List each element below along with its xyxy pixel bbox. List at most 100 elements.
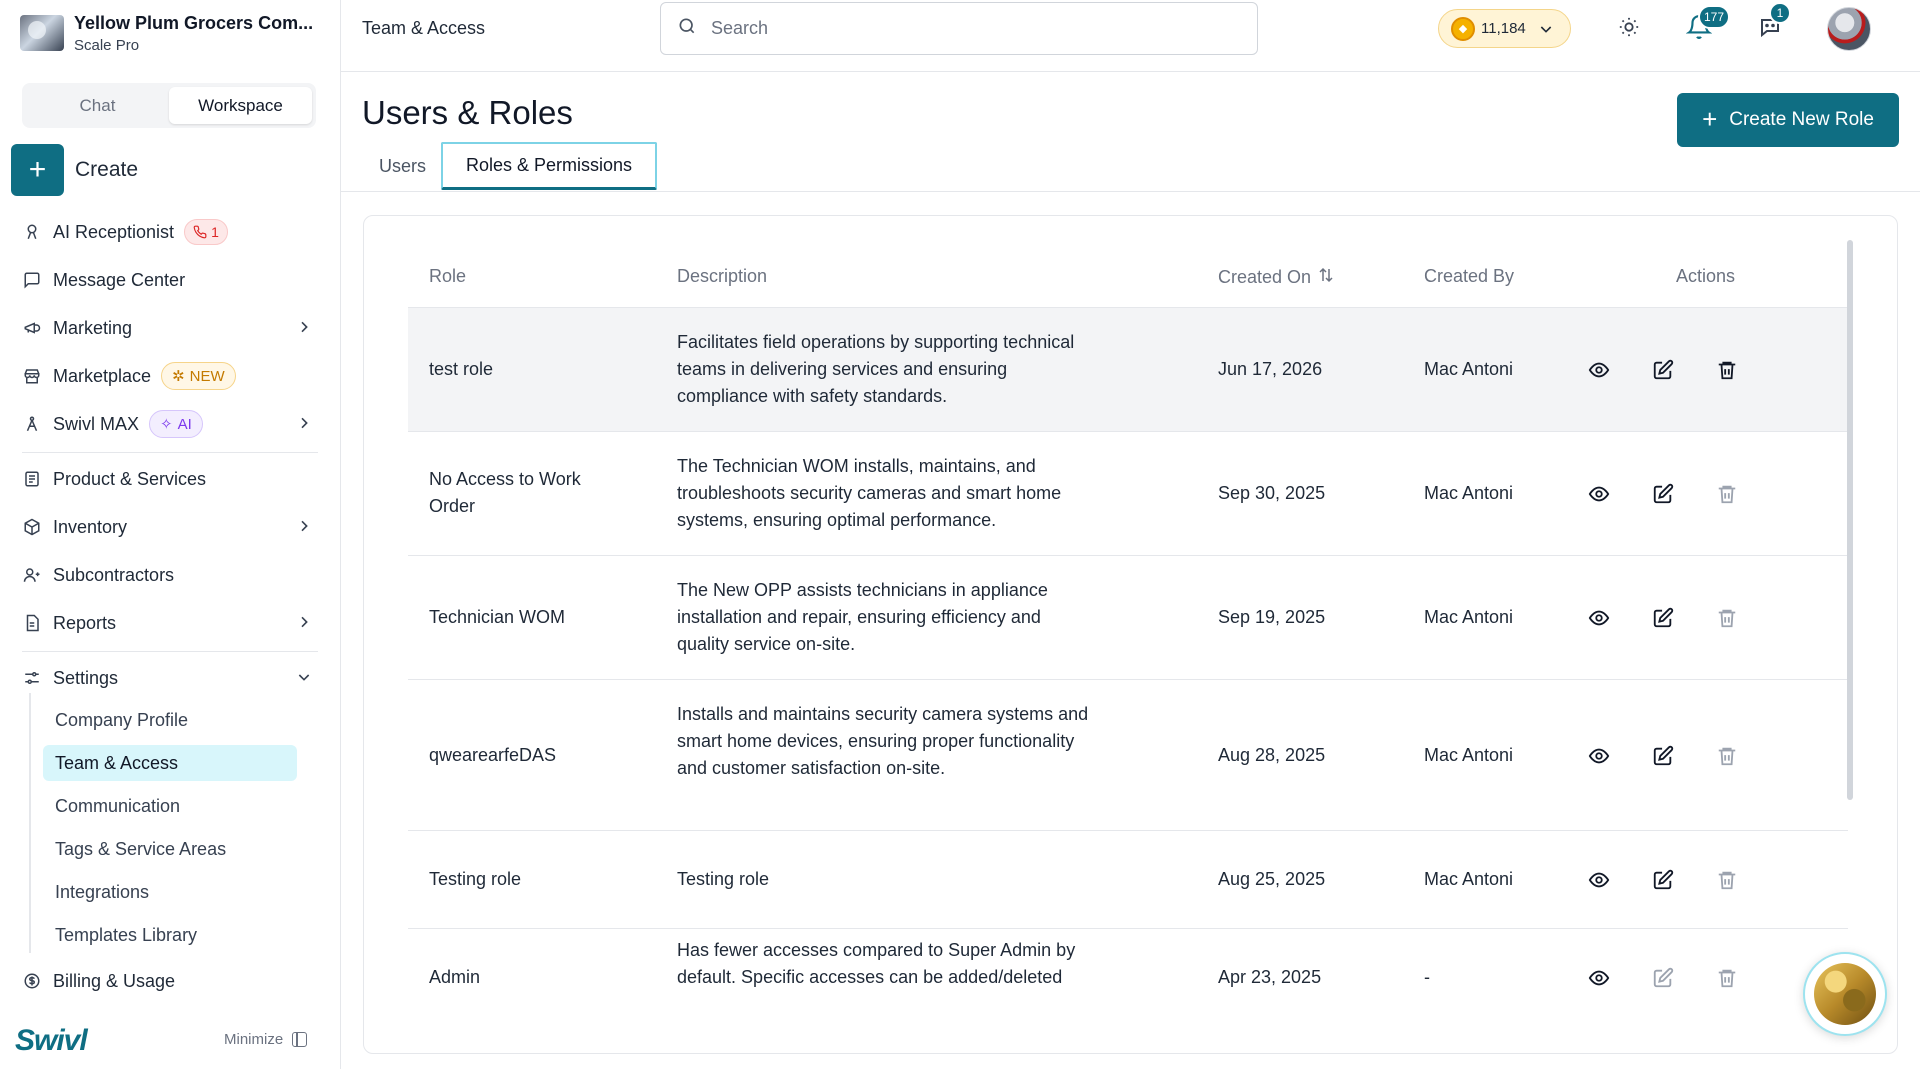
settings-item-integrations[interactable]: Integrations	[43, 874, 297, 910]
view-icon[interactable]	[1586, 357, 1612, 383]
table-row[interactable]: Technician WOM The New OPP assists techn…	[408, 556, 1848, 680]
table-row[interactable]: No Access to Work Order The Technician W…	[408, 432, 1848, 556]
box-icon	[22, 517, 42, 537]
org-switcher[interactable]: Yellow Plum Grocers Com... Scale Pro	[20, 8, 330, 58]
sidebar-item-label: Marketing	[53, 317, 133, 338]
notifications-button[interactable]: 177	[1684, 5, 1731, 44]
table-row[interactable]: test role Facilitates field operations b…	[408, 308, 1848, 432]
tab-users[interactable]: Users	[379, 142, 426, 190]
search-input[interactable]	[711, 18, 1211, 39]
created-on: Apr 23, 2025	[1218, 967, 1322, 987]
table-header: Role Description Created On Created By A…	[408, 246, 1848, 308]
page-title: Users & Roles	[362, 94, 573, 131]
workspace-tab[interactable]: Workspace	[169, 87, 312, 124]
create-label: Create	[75, 158, 139, 181]
sidebar-item-message-center[interactable]: Message Center	[22, 263, 320, 297]
sidebar-item-product-services[interactable]: Product & Services	[22, 462, 320, 496]
sidebar-item-inventory[interactable]: Inventory	[22, 510, 320, 544]
view-icon[interactable]	[1586, 965, 1612, 991]
sidebar-item-label: Product & Services	[53, 468, 207, 489]
view-icon[interactable]	[1586, 481, 1612, 507]
role-name: test role	[429, 359, 494, 379]
sidebar-item-swivl-max[interactable]: Swivl MAX ✧ AI	[22, 407, 320, 441]
table-row[interactable]: qwearearfeDAS Installs and maintains sec…	[408, 680, 1848, 831]
tabs-divider	[341, 191, 1920, 192]
chevron-down-icon	[1538, 21, 1554, 37]
sidebar-item-label: Reports	[53, 612, 117, 633]
sidebar-item-subcontractors[interactable]: Subcontractors	[22, 558, 320, 592]
new-badge: ✲ NEW	[161, 362, 236, 390]
created-by: Mac Antoni	[1424, 869, 1514, 889]
sidebar-item-marketing[interactable]: Marketing	[22, 311, 320, 345]
table-row[interactable]: Testing role Testing role Aug 25, 2025 M…	[408, 831, 1848, 929]
delete-icon[interactable]	[1714, 481, 1740, 507]
ai-badge: ✧ AI	[149, 410, 203, 438]
delete-icon[interactable]	[1714, 743, 1740, 769]
view-icon[interactable]	[1586, 605, 1612, 631]
sidebar-item-label: Message Center	[53, 269, 186, 290]
created-on: Aug 25, 2025	[1218, 869, 1326, 889]
view-icon[interactable]	[1586, 743, 1612, 769]
store-icon	[22, 366, 42, 386]
chevron-down-icon	[296, 669, 312, 690]
credits-value: 11,184	[1481, 20, 1526, 37]
sidebar-item-reports[interactable]: Reports	[22, 606, 320, 640]
edit-icon[interactable]	[1650, 605, 1676, 631]
role-name: Admin	[429, 967, 481, 987]
settings-item-tags-service-areas[interactable]: Tags & Service Areas	[43, 831, 297, 867]
sidebar: Yellow Plum Grocers Com... Scale Pro Cha…	[0, 0, 341, 1069]
credits-balance[interactable]: ◆ 11,184	[1438, 9, 1571, 48]
delete-icon[interactable]	[1714, 965, 1740, 991]
settings-item-team-access[interactable]: Team & Access	[43, 745, 297, 781]
search-icon	[677, 16, 697, 41]
search-box[interactable]	[660, 2, 1258, 55]
table-row[interactable]: Admin Has fewer accesses compared to Sup…	[408, 929, 1848, 1053]
edit-icon[interactable]	[1650, 481, 1676, 507]
messages-button[interactable]: 1	[1755, 2, 1791, 44]
sidebar-item-label: Swivl MAX	[53, 413, 140, 434]
sidebar-toggle-icon	[292, 1032, 308, 1047]
role-name: Testing role	[429, 869, 522, 889]
ai-orb-icon	[1814, 963, 1876, 1025]
role-description: Facilitates field operations by supporti…	[677, 332, 1075, 406]
sidebar-item-marketplace[interactable]: Marketplace ✲ NEW	[22, 359, 320, 393]
settings-item-company-profile[interactable]: Company Profile	[43, 702, 297, 738]
sidebar-divider	[22, 452, 318, 453]
created-on: Sep 19, 2025	[1218, 607, 1326, 627]
missed-call-badge: 1	[184, 219, 228, 245]
roles-table-card: Role Description Created On Created By A…	[363, 215, 1898, 1054]
user-avatar[interactable]	[1827, 7, 1871, 51]
settings-item-templates-library[interactable]: Templates Library	[43, 917, 297, 953]
create-button[interactable]: + Create	[11, 144, 138, 196]
delete-icon[interactable]	[1714, 357, 1740, 383]
view-icon[interactable]	[1586, 867, 1612, 893]
users-icon	[22, 565, 42, 585]
column-header-created-on[interactable]: Created On	[1218, 266, 1335, 289]
edit-icon[interactable]	[1650, 867, 1676, 893]
edit-icon[interactable]	[1650, 357, 1676, 383]
role-name: Technician WOM	[429, 607, 566, 627]
column-header-description: Description	[677, 266, 768, 286]
create-new-role-button[interactable]: + Create New Role	[1677, 93, 1899, 147]
delete-icon[interactable]	[1714, 605, 1740, 631]
role-description: Has fewer accesses compared to Super Adm…	[677, 940, 1076, 987]
sidebar-item-settings[interactable]: Settings	[22, 661, 320, 695]
sort-icon[interactable]	[1317, 266, 1335, 289]
chat-tab[interactable]: Chat	[26, 87, 169, 124]
sidebar-item-label: AI Receptionist	[53, 221, 175, 242]
settings-item-communication[interactable]: Communication	[43, 788, 297, 824]
ai-assistant-button[interactable]	[1803, 952, 1887, 1036]
table-scrollbar[interactable]	[1847, 240, 1853, 800]
tab-roles-permissions[interactable]: Roles & Permissions	[441, 142, 657, 190]
sidebar-item-billing-usage[interactable]: Billing & Usage	[22, 964, 320, 998]
created-by: Mac Antoni	[1424, 359, 1514, 379]
delete-icon[interactable]	[1714, 867, 1740, 893]
minimize-button[interactable]: Minimize	[224, 1031, 308, 1048]
theme-toggle-button[interactable]	[1614, 14, 1644, 44]
sidebar-item-label: Inventory	[53, 516, 128, 537]
catalog-icon	[22, 469, 42, 489]
receptionist-icon	[22, 222, 42, 242]
sidebar-item-ai-receptionist[interactable]: AI Receptionist 1	[22, 215, 320, 249]
edit-icon	[1650, 965, 1676, 991]
edit-icon[interactable]	[1650, 743, 1676, 769]
